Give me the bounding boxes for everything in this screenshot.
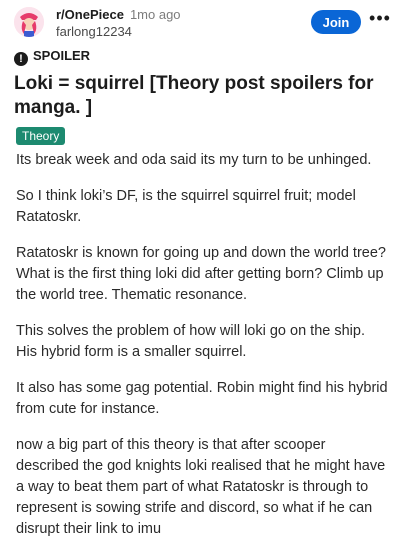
body-paragraph: This solves the problem of how will loki… xyxy=(16,323,365,360)
avatar-character-icon xyxy=(14,7,44,37)
post-body: Its break week and oda said its my turn … xyxy=(16,150,388,555)
more-options-button[interactable]: ••• xyxy=(368,9,392,32)
join-button[interactable]: Join xyxy=(311,10,361,34)
spoiler-tag: ! SPOILER xyxy=(14,48,91,66)
body-paragraph: now a big part of this theory is that af… xyxy=(16,437,386,537)
spoiler-alert-icon: ! xyxy=(14,52,28,66)
body-paragraph: It also has some gag potential. Robin mi… xyxy=(16,380,388,417)
post-flair[interactable]: Theory xyxy=(16,127,66,145)
subreddit-name[interactable]: r/OnePiece xyxy=(56,7,124,22)
body-paragraph: Ratatoskr is known for going up and down… xyxy=(16,245,386,303)
author-name[interactable]: farlong12234 xyxy=(56,24,132,39)
body-paragraph: Its break week and oda said its my turn … xyxy=(16,152,372,168)
body-paragraph: So I think loki’s DF, is the squirrel sq… xyxy=(16,188,356,225)
subreddit-line: r/OnePiece 1mo ago xyxy=(56,7,181,22)
post-header: r/OnePiece 1mo ago farlong12234 Join ••• xyxy=(0,0,400,44)
post-title: Loki = squirrel [Theory post spoilers fo… xyxy=(14,73,374,118)
spoiler-label: SPOILER xyxy=(33,48,91,63)
subreddit-avatar[interactable] xyxy=(14,7,44,37)
post-age: 1mo ago xyxy=(129,7,181,22)
